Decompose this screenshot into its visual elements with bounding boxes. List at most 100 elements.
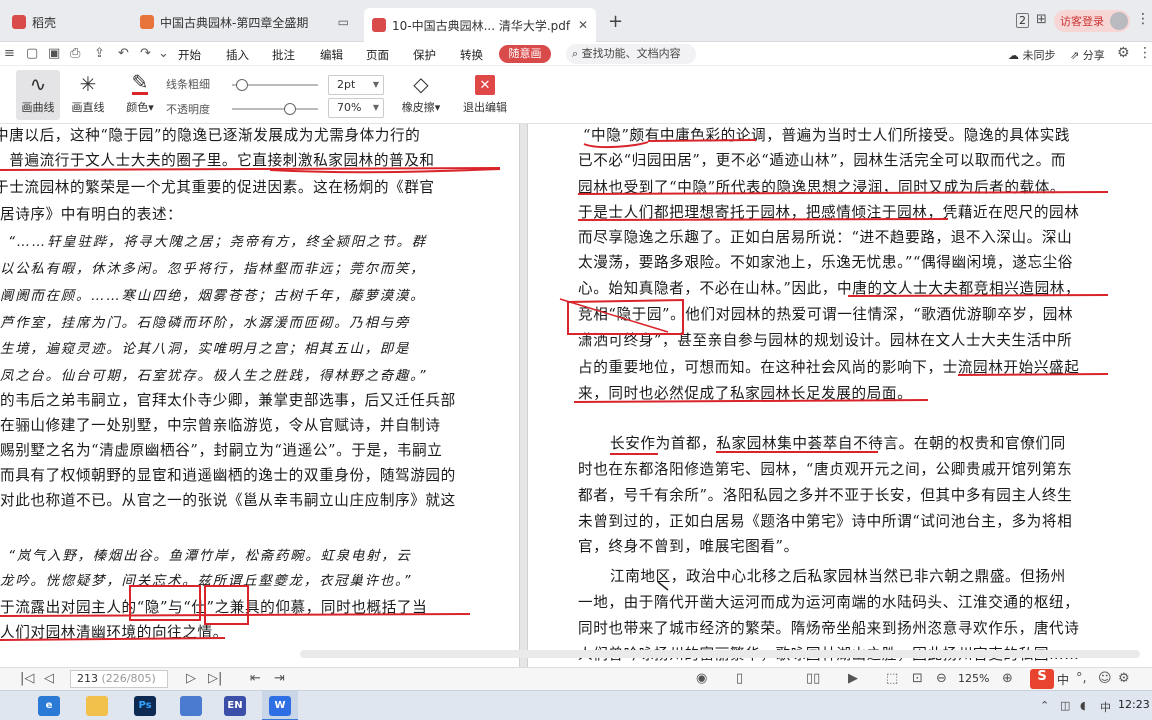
hamburger-icon[interactable]: ≡ xyxy=(4,46,15,61)
print-icon[interactable]: ⎙ xyxy=(70,46,80,61)
en-app-icon[interactable]: EN xyxy=(224,696,246,716)
single-page-icon[interactable]: ▯ xyxy=(736,671,743,686)
curve-icon: ∿ xyxy=(29,72,47,96)
grid-icon[interactable]: ⊞ xyxy=(1036,12,1047,27)
sync-status[interactable]: ☁ 未同步 xyxy=(1008,47,1056,63)
tab-docer[interactable]: 稻壳 xyxy=(4,8,124,36)
draw-curve-button[interactable]: ∿ 画曲线 xyxy=(16,70,60,120)
next-page-icon[interactable]: ▷ xyxy=(186,671,196,686)
share-button[interactable]: ⇗ 分享 xyxy=(1070,47,1105,63)
opacity-slider[interactable] xyxy=(232,103,318,115)
menu-protect[interactable]: 保护 xyxy=(413,47,436,63)
search-input[interactable]: ⌕ 查找功能、文档内容 xyxy=(566,44,696,64)
horizontal-scrollbar[interactable] xyxy=(300,650,1140,658)
text-line: 心。始知真隐者，不必在山林。”因此，中唐的文人士大夫都竞相兴造园林， xyxy=(578,280,1081,297)
menu-freehand-draw[interactable]: 随意画 xyxy=(499,45,551,63)
docer-icon xyxy=(12,15,26,29)
menu-convert[interactable]: 转换 xyxy=(460,47,483,63)
ime-settings-icon[interactable]: ⚙ xyxy=(1118,671,1130,686)
store-icon[interactable] xyxy=(180,696,202,716)
first-page-icon[interactable]: |◁ xyxy=(20,671,34,686)
window-counter[interactable]: 2 xyxy=(1016,13,1029,28)
folder-icon[interactable] xyxy=(86,696,108,716)
volume-icon[interactable]: ◖ xyxy=(1080,699,1086,712)
fit-page-icon[interactable]: ⊡ xyxy=(912,671,923,686)
tray-chevron-icon[interactable]: ⌃ xyxy=(1040,699,1049,712)
text-line: 于流露出对园主人的“隐”与“仕”之兼具的仰慕，同时也概括了当 xyxy=(0,599,428,616)
thickness-slider-knob[interactable] xyxy=(235,79,248,91)
eraser-icon: ◇ xyxy=(413,72,429,96)
previous-page-icon[interactable]: ◁ xyxy=(44,671,54,686)
edge-icon[interactable]: e xyxy=(38,696,60,716)
ime-sogou-icon[interactable]: S xyxy=(1030,669,1054,689)
wps-icon[interactable]: W xyxy=(269,696,291,716)
os-taskbar: e Ps EN W ⌃ ◫ ◖ 中 12:23 xyxy=(0,690,1152,720)
more-icon[interactable]: ⋮ xyxy=(1138,45,1152,61)
page-number-input[interactable]: 213 (226/805) xyxy=(70,670,168,688)
zoom-in-icon[interactable]: ⊕ xyxy=(1002,671,1013,686)
forward-icon[interactable]: ⇥ xyxy=(274,671,285,686)
chevron-down-icon[interactable]: ⌄ xyxy=(158,46,169,61)
open-folder-icon[interactable]: ▢ xyxy=(26,46,38,61)
menu-insert[interactable]: 插入 xyxy=(226,47,249,63)
text-line: 潇洒可终身”，甚至亲自参与园林的规划设计。园林在文人士大夫生活中所 xyxy=(578,332,1073,349)
ime-punct-icon[interactable]: °, xyxy=(1076,671,1087,686)
monitor-icon[interactable]: ▭ xyxy=(338,15,349,29)
presentation-icon xyxy=(140,15,154,29)
draw-line-button[interactable]: ✳ 画直线 xyxy=(66,70,110,120)
ime-tray-icon[interactable]: 中 xyxy=(1100,699,1111,715)
document-view[interactable]: 中唐以后，这种“隐于园”的隐逸已逐渐发展成为尤需身体力行的 ，普遍流行于文人士大… xyxy=(0,124,1152,667)
zoom-level[interactable]: 125% xyxy=(958,672,989,685)
export-icon[interactable]: ⇪ xyxy=(94,46,105,61)
text-line: 都者，号千有余所”。洛阳私园之多并不亚于长安，但其中多有园主人终生 xyxy=(578,487,1073,504)
eraser-label: 橡皮擦▾ xyxy=(401,101,441,114)
chevron-down-icon: ▼ xyxy=(372,103,379,112)
text-line: 于是士人们都把理想寄托于园林，把感情倾注于园林，凭藉近在咫尺的园林 xyxy=(578,204,1080,221)
thickness-select[interactable]: 2pt ▼ xyxy=(328,75,384,95)
line-icon: ✳ xyxy=(79,72,97,96)
redo-icon[interactable]: ↷ xyxy=(140,46,151,61)
last-page-icon[interactable]: ▷| xyxy=(208,671,222,686)
gear-icon[interactable]: ⚙ xyxy=(1117,45,1130,61)
undo-icon[interactable]: ↶ xyxy=(118,46,129,61)
draw-line-label: 画直线 xyxy=(71,101,105,114)
tab-label: 稻壳 xyxy=(32,15,57,30)
text-line: 对此也称道不已。从官之一的张说《邕从幸韦嗣立山庄应制序》就这 xyxy=(0,492,456,509)
eye-icon[interactable]: ◉ xyxy=(696,671,707,686)
tab-presentation[interactable]: 中国古典园林-第四章全盛期 ▭ xyxy=(132,8,357,36)
text-line: ，普遍流行于文人士大夫的圈子里。它直接刺激私家园林的普及和 xyxy=(0,152,435,169)
zoom-out-icon[interactable]: ⊖ xyxy=(936,671,947,686)
close-icon[interactable]: ✕ xyxy=(578,18,588,32)
menu-page[interactable]: 页面 xyxy=(366,47,389,63)
exit-edit-button[interactable]: ✕ 退出编辑 xyxy=(460,70,510,120)
opacity-slider-knob[interactable] xyxy=(283,103,296,115)
tab-pdf-active[interactable]: 10-中国古典园林... 清华大学.pdf ✕ xyxy=(364,8,596,42)
network-icon[interactable]: ◫ xyxy=(1060,699,1070,712)
pdf-icon xyxy=(372,18,386,32)
photoshop-icon[interactable]: Ps xyxy=(134,696,156,716)
cloud-icon: ☁ xyxy=(1008,49,1019,62)
opacity-select[interactable]: 70% ▼ xyxy=(328,98,384,118)
text-line: 人们对园林清幽环境的向往之情。 xyxy=(0,624,228,641)
eraser-button[interactable]: ◇ 橡皮擦▾ xyxy=(396,70,446,120)
new-tab-button[interactable]: + xyxy=(608,11,623,32)
fit-width-icon[interactable]: ⬚ xyxy=(886,671,898,686)
save-icon[interactable]: ▣ xyxy=(48,46,60,61)
menu-comment[interactable]: 批注 xyxy=(272,47,295,63)
more-icon[interactable]: ⋮ xyxy=(1136,11,1150,27)
ime-mode[interactable]: 中 xyxy=(1057,671,1069,688)
text-line: 在骊山修建了一处别墅，中宗曾亲临游览，令从官赋诗，并自制诗 xyxy=(0,417,441,434)
back-icon[interactable]: ⇤ xyxy=(250,671,261,686)
menu-edit[interactable]: 编辑 xyxy=(320,47,343,63)
thickness-slider[interactable] xyxy=(232,79,318,91)
status-bar: |◁ ◁ 213 (226/805) ▷ ▷| ⇤ ⇥ ◉ ▯ ▯▯ ▶ ⬚ ⊡… xyxy=(0,667,1152,690)
menu-home[interactable]: 开始 xyxy=(178,47,201,63)
guest-login-button[interactable]: 访客登录 xyxy=(1054,10,1130,32)
text-line: 的韦后之弟韦嗣立，官拜太仆寺少卿，兼掌吏部选事，后又迁任兵部 xyxy=(0,392,456,409)
page-total: (226/805) xyxy=(101,672,156,685)
emoji-icon[interactable]: ☺ xyxy=(1098,671,1112,686)
play-icon[interactable]: ▶ xyxy=(848,671,858,686)
dual-page-icon[interactable]: ▯▯ xyxy=(806,671,820,686)
login-label: 访客登录 xyxy=(1060,15,1104,28)
color-button[interactable]: ✎ 颜色▾ xyxy=(118,70,162,120)
